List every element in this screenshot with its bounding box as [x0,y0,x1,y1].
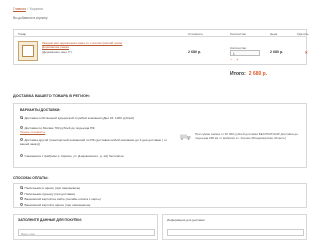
table-row: Квадратная деревянная рама со стеклом (м… [14,37,308,66]
delivery-info-input[interactable] [167,229,304,236]
header-sum: Цена [270,32,278,36]
delivery-info-panel: Информация для доставки [162,214,307,240]
payment-options-panel: Наличными в офисе (при самовывозе) Налич… [13,183,307,208]
payment-title: Способы оплаты: [13,176,49,180]
product-thumbnail[interactable] [18,41,38,61]
payment-option-2[interactable]: Наличными курьеру (при доставке) [20,192,175,196]
header-price: Стоимость [188,32,204,36]
header-remove: Удалить [297,32,309,36]
payment-option-3[interactable]: Банковской картой на сайте (онлайн-оплат… [20,197,175,201]
quantity-input[interactable]: 1 [230,50,260,56]
quantity-increase-button[interactable]: + [236,57,238,62]
cart-table-header: Товар Стоимость Количество Цена Удалить [14,30,309,37]
product-price: 2 680 р. [188,50,202,54]
quantity-decrease-button[interactable]: − [230,57,232,62]
radio-icon[interactable] [20,154,23,158]
radio-icon[interactable] [20,197,23,201]
free-delivery-note: При сумме заказа от 30 000 рублей достав… [195,132,298,140]
cart-table: Товар Стоимость Количество Цена Удалить … [13,29,309,66]
delivery-option-1[interactable]: Доставка собственной курьерской службой … [20,116,175,120]
product-sum: 2 680 р. [270,50,284,54]
total-label: Итого: [230,71,246,77]
truck-icon [180,134,191,140]
customer-form-panel: Заполните данные для покупки: Ваше имя [13,214,158,240]
delivery-options-panel: Варианты доставки: Доставка собственной … [13,103,307,168]
product-name-link[interactable]: Квадратная деревянная рама со стеклом (м… [42,41,138,49]
radio-icon[interactable] [20,138,23,142]
delivery-option-4[interactable]: Самовывоз с фабрики (г. Кирово, ул. Дзер… [20,154,175,158]
breadcrumb: Главная / Корзина [13,7,43,11]
customer-form-title: Заполните данные для покупки: [18,218,82,222]
name-input[interactable]: Ваше имя [18,229,155,236]
header-qty: Количество [230,32,247,36]
delivery-option-2[interactable]: Доставка по Москве 700 рублей до подъезд… [20,126,175,134]
remove-item-icon[interactable]: × [305,50,308,55]
delivery-cost-link[interactable]: Узнать стоимость [20,130,45,134]
product-subtitle: (Деревянное окно 'F') [42,49,72,54]
breadcrumb-home-link[interactable]: Главная [13,7,26,11]
delivery-options-title: Варианты доставки: [20,108,61,112]
header-product: Товар [18,32,27,36]
breadcrumb-separator: / [27,7,29,11]
delivery-info-title: Информация для доставки [167,218,205,222]
delivery-region-title: Доставка вашего товара в регион: [13,94,90,98]
delivery-option-3[interactable]: Доставка другой транспортной компанией п… [20,138,175,146]
cart-total: Итого: 2 680 р. [230,71,267,77]
payment-option-4[interactable]: Банковской картой в офисе (при самовывоз… [20,203,175,207]
cart-note: Вы добавили в корзину [13,16,48,20]
radio-icon[interactable] [20,191,23,195]
radio-icon[interactable] [20,126,23,130]
radio-icon[interactable] [20,186,23,190]
payment-option-1[interactable]: Наличными в офисе (при самовывозе) [20,186,175,190]
total-amount: 2 680 р. [248,71,268,77]
radio-icon[interactable] [20,116,23,120]
radio-icon[interactable] [20,202,23,206]
breadcrumb-current: Корзина [29,7,43,11]
